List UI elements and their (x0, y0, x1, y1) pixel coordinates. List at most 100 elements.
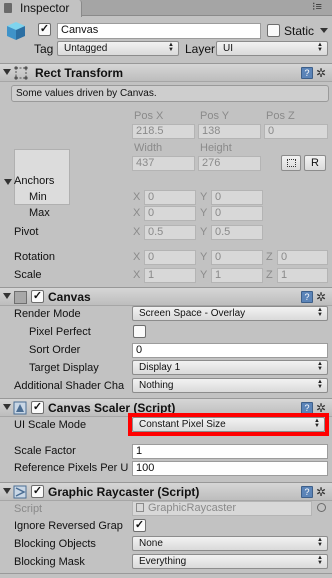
object-picker-icon[interactable] (317, 503, 326, 512)
max-y-label: Y (200, 207, 208, 219)
min-y-field[interactable]: 0 (211, 190, 263, 205)
scale-factor-field[interactable]: 1 (132, 444, 328, 459)
canvas-scaler-enabled-checkbox[interactable]: ✓ (31, 401, 44, 414)
rot-z-field[interactable]: 0 (277, 250, 328, 265)
blocking-mask-value: Everything (139, 556, 187, 567)
layer-dropdown[interactable]: UI ▲ ▼ (216, 41, 328, 56)
inspector-icon (4, 3, 12, 13)
max-y-field[interactable]: 0 (211, 206, 263, 221)
min-x-field[interactable]: 0 (144, 190, 196, 205)
inspector-tab[interactable]: Inspector (0, 0, 82, 17)
max-x-field[interactable]: 0 (144, 206, 196, 221)
pixel-perfect-checkbox[interactable] (133, 325, 146, 338)
rot-x-field[interactable]: 0 (144, 250, 196, 265)
rect-transform-header[interactable]: Rect Transform ? ✲ (0, 63, 332, 82)
dropdown-arrows-icon: ▲ ▼ (317, 537, 323, 548)
tab-menu-icon[interactable]: ⁝≡ (312, 2, 322, 13)
rot-x-label: X (133, 251, 141, 263)
graphic-raycaster-title: Graphic Raycaster (Script) (48, 485, 200, 499)
script-label: Script (14, 503, 43, 515)
foldout-arrow-icon[interactable] (3, 293, 11, 299)
scale-y-label: Y (200, 269, 208, 281)
object-name-field[interactable]: Canvas (57, 23, 261, 39)
target-display-label: Target Display (29, 362, 99, 374)
tag-value: Untagged (64, 43, 108, 54)
blueprint-mode-button[interactable] (281, 155, 301, 171)
rot-y-field[interactable]: 0 (211, 250, 263, 265)
gear-icon[interactable]: ✲ (316, 486, 326, 498)
pos-z-field[interactable]: 0 (264, 124, 328, 139)
rotation-label: Rotation (14, 251, 55, 263)
graphic-raycaster-enabled-checkbox[interactable]: ✓ (31, 485, 44, 498)
pos-y-field[interactable]: 138 (198, 124, 261, 139)
ui-scale-mode-label: UI Scale Mode (14, 419, 87, 431)
pivot-y-field[interactable]: 0.5 (211, 225, 263, 240)
render-mode-dropdown[interactable]: Screen Space - Overlay ▲ ▼ (132, 306, 328, 321)
canvas-header[interactable]: ✓ Canvas ? ✲ (0, 287, 332, 306)
sort-order-field[interactable]: 0 (132, 343, 328, 358)
layer-label: Layer (185, 42, 216, 56)
bottom-divider (0, 573, 332, 574)
static-dropdown-arrow[interactable] (320, 28, 328, 33)
scale-z-field[interactable]: 1 (277, 268, 328, 283)
ui-scale-mode-dropdown[interactable]: Constant Pixel Size ▲ ▼ (132, 417, 325, 432)
active-checkbox[interactable]: ✓ (38, 23, 51, 36)
ref-pixels-label: Reference Pixels Per U (14, 462, 129, 474)
dropdown-arrows-icon: ▲ ▼ (317, 42, 323, 53)
script-component-icon (13, 401, 27, 415)
pivot-x-field[interactable]: 0.5 (144, 225, 196, 240)
pos-x-label: Pos X (134, 110, 164, 122)
gear-icon[interactable]: ✲ (316, 67, 326, 79)
scale-x-label: X (133, 269, 141, 281)
pos-y-label: Pos Y (200, 110, 230, 122)
gear-icon[interactable]: ✲ (316, 291, 326, 303)
script-field[interactable]: GraphicRaycaster (132, 501, 312, 516)
tag-dropdown[interactable]: Untagged ▲ ▼ (57, 41, 179, 56)
max-x-label: X (133, 207, 141, 219)
blocking-mask-dropdown[interactable]: Everything ▲ ▼ (132, 554, 328, 569)
driven-info-box: Some values driven by Canvas. (11, 85, 329, 102)
help-book-icon[interactable]: ? (301, 67, 313, 79)
render-mode-label: Render Mode (14, 308, 81, 320)
graphic-raycaster-header[interactable]: ✓ Graphic Raycaster (Script) ? ✲ (0, 482, 332, 501)
raw-edit-button[interactable]: R (304, 155, 326, 171)
width-field[interactable]: 437 (132, 156, 195, 171)
height-field[interactable]: 276 (198, 156, 261, 171)
help-book-icon[interactable]: ? (301, 486, 313, 498)
shader-channels-dropdown[interactable]: Nothing ▲ ▼ (132, 378, 328, 393)
tab-title: Inspector (20, 1, 70, 15)
foldout-arrow-icon[interactable] (3, 488, 11, 494)
static-label: Static (284, 24, 315, 38)
canvas-title: Canvas (48, 290, 91, 304)
driven-info-text: Some values driven by Canvas. (16, 88, 157, 99)
dropdown-arrows-icon: ▲ ▼ (317, 379, 323, 390)
target-display-dropdown[interactable]: Display 1 ▲ ▼ (132, 360, 328, 375)
pivot-y-label: Y (200, 226, 208, 238)
blocking-objects-dropdown[interactable]: None ▲ ▼ (132, 536, 328, 551)
anchors-foldout-icon[interactable] (4, 179, 12, 185)
canvas-enabled-checkbox[interactable]: ✓ (31, 290, 44, 303)
raycaster-component-icon (13, 485, 27, 499)
layer-value: UI (223, 43, 233, 54)
help-book-icon[interactable]: ? (301, 291, 313, 303)
rect-transform-icon (13, 65, 29, 81)
ref-pixels-field[interactable]: 100 (132, 461, 328, 476)
foldout-arrow-icon[interactable] (3, 69, 11, 75)
dropdown-arrows-icon: ▲ ▼ (168, 42, 174, 53)
shader-channels-label: Additional Shader Cha (14, 380, 125, 392)
pos-x-field[interactable]: 218.5 (132, 124, 195, 139)
static-checkbox[interactable] (267, 24, 280, 37)
canvas-component-icon (14, 291, 27, 304)
scale-x-field[interactable]: 1 (144, 268, 196, 283)
ignore-reversed-checkbox[interactable]: ✓ (133, 519, 146, 532)
scale-y-field[interactable]: 1 (211, 268, 263, 283)
dotted-rect-icon (287, 159, 296, 167)
render-mode-value: Screen Space - Overlay (139, 308, 246, 319)
dropdown-arrows-icon: ▲ ▼ (317, 555, 323, 566)
script-file-icon (136, 503, 144, 512)
sort-order-label: Sort Order (29, 344, 81, 356)
height-label: Height (200, 142, 232, 154)
target-display-value: Display 1 (139, 362, 181, 373)
foldout-arrow-icon[interactable] (3, 404, 11, 410)
width-label: Width (134, 142, 163, 154)
